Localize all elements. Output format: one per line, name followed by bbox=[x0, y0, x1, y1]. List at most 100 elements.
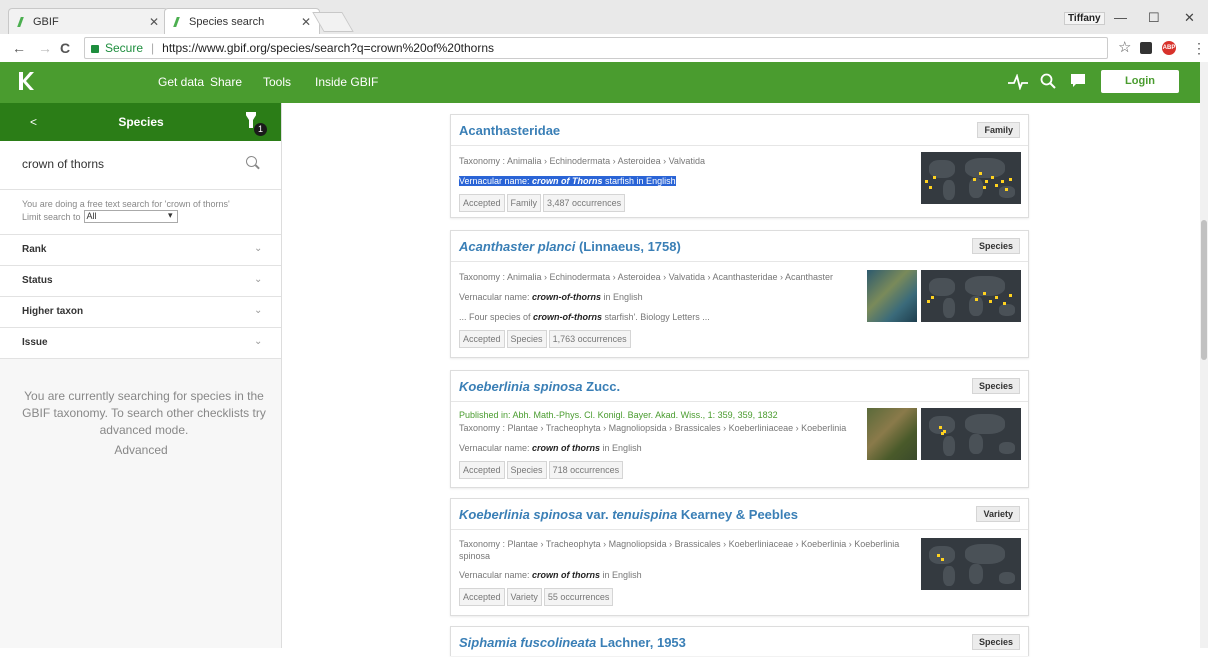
limit-select[interactable]: All bbox=[83, 210, 178, 223]
occurrences-chip[interactable]: 55 occurrences bbox=[543, 588, 614, 606]
occurrence-map[interactable] bbox=[921, 408, 1021, 460]
result-chips: Accepted Species 1,763 occurrences bbox=[459, 330, 1020, 348]
checklist-info-text: You are currently searching for species … bbox=[22, 389, 266, 437]
result-chips: Accepted Variety 55 occurrences bbox=[459, 588, 1020, 606]
url-bar[interactable]: Secure | https://www.gbif.org/species/se… bbox=[84, 37, 1108, 59]
tab-gbif[interactable]: GBIF ✕ bbox=[8, 8, 168, 34]
filter-count-badge: 1 bbox=[254, 123, 267, 136]
result-header: Siphamia fuscolineata Lachner, 1953 Spec… bbox=[451, 627, 1028, 657]
minimize-icon[interactable]: — bbox=[1114, 10, 1127, 25]
facet-label: Status bbox=[22, 275, 53, 286]
result-card: Koeberlinia spinosa var. tenuispina Kear… bbox=[450, 498, 1029, 616]
login-button[interactable]: Login bbox=[1101, 70, 1179, 93]
browser-tab-strip: GBIF ✕ Species search ✕ Tiffany — ☐ ✕ bbox=[0, 0, 1208, 34]
result-card: Siphamia fuscolineata Lachner, 1953 Spec… bbox=[450, 626, 1029, 656]
chevron-down-icon: ⌄ bbox=[254, 305, 263, 316]
rank-badge: Family bbox=[977, 122, 1020, 138]
tab-species-search[interactable]: Species search ✕ bbox=[164, 8, 320, 34]
facet-label: Higher taxon bbox=[22, 306, 84, 317]
chevron-down-icon: ⌄ bbox=[254, 274, 263, 285]
occurrences-chip[interactable]: 1,763 occurrences bbox=[548, 330, 631, 348]
rank-chip: Species bbox=[506, 461, 547, 479]
sidebar-search bbox=[0, 141, 281, 190]
sidebar-header: < Species 1 bbox=[0, 103, 281, 141]
facet-status[interactable]: Status ⌄ bbox=[0, 266, 281, 297]
facet-label: Issue bbox=[22, 337, 48, 348]
facet-rank[interactable]: Rank ⌄ bbox=[0, 235, 281, 266]
facet-label: Rank bbox=[22, 244, 47, 255]
gbif-navbar: Get data Share Tools Inside GBIF Login bbox=[0, 62, 1200, 103]
close-tab-icon[interactable]: ✕ bbox=[301, 15, 311, 29]
nav-inside-gbif[interactable]: Inside GBIF bbox=[315, 75, 378, 89]
occurrences-chip[interactable]: 3,487 occurrences bbox=[543, 194, 626, 212]
back-arrow-icon[interactable]: ← bbox=[12, 40, 26, 56]
gbif-favicon-icon bbox=[17, 17, 27, 27]
search-icon[interactable] bbox=[1040, 73, 1056, 89]
result-title[interactable]: Acanthaster planci (Linnaeus, 1758) bbox=[459, 239, 681, 254]
reload-icon[interactable]: C bbox=[60, 40, 70, 56]
freetext-notice: You are doing a free text search for 'cr… bbox=[0, 190, 281, 235]
facet-issue[interactable]: Issue ⌄ bbox=[0, 328, 281, 359]
advanced-link[interactable]: Advanced bbox=[0, 443, 282, 457]
status-chip: Accepted bbox=[459, 194, 505, 212]
occurrence-map[interactable] bbox=[921, 152, 1021, 204]
result-header: Koeberlinia spinosa Zucc. Species bbox=[451, 371, 1028, 402]
result-title[interactable]: Acanthasteridae bbox=[459, 123, 560, 138]
result-body: Taxonomy : Animalia › Echinodermata › As… bbox=[451, 146, 1028, 220]
result-body: Published in: Abh. Math.-Phys. Cl. Konig… bbox=[451, 402, 1028, 487]
profile-badge[interactable]: Tiffany bbox=[1064, 12, 1105, 25]
species-photo[interactable] bbox=[867, 408, 917, 460]
url-text[interactable]: https://www.gbif.org/species/search?q=cr… bbox=[162, 41, 494, 55]
activity-pulse-icon[interactable] bbox=[1008, 74, 1028, 90]
result-card: Acanthasteridae Family Taxonomy : Animal… bbox=[450, 114, 1029, 218]
secure-label: Secure bbox=[105, 41, 144, 55]
rank-badge: Variety bbox=[976, 506, 1020, 522]
search-icon[interactable] bbox=[246, 156, 257, 167]
bookmark-star-icon[interactable]: ☆ bbox=[1118, 38, 1131, 56]
nav-tools[interactable]: Tools bbox=[263, 75, 291, 89]
tab-title: GBIF bbox=[33, 15, 59, 28]
close-window-icon[interactable]: ✕ bbox=[1184, 10, 1195, 26]
rank-chip: Species bbox=[506, 330, 547, 348]
lock-icon bbox=[91, 45, 99, 53]
result-card: Acanthaster planci (Linnaeus, 1758) Spec… bbox=[450, 230, 1029, 358]
status-chip: Accepted bbox=[459, 330, 505, 348]
limit-label: Limit search to bbox=[22, 211, 81, 222]
nav-share[interactable]: Share bbox=[210, 75, 242, 89]
rank-badge: Species bbox=[971, 238, 1020, 254]
result-card: Koeberlinia spinosa Zucc. Species Publis… bbox=[450, 370, 1029, 488]
tab-title: Species search bbox=[189, 15, 265, 28]
rank-badge: Species bbox=[971, 378, 1020, 394]
rank-chip: Family bbox=[506, 194, 542, 212]
nav-get-data[interactable]: Get data bbox=[158, 75, 204, 89]
facet-higher-taxon[interactable]: Higher taxon ⌄ bbox=[0, 297, 281, 328]
close-tab-icon[interactable]: ✕ bbox=[149, 15, 159, 29]
rank-chip: Variety bbox=[506, 588, 542, 606]
filter-sidebar: < Species 1 You are doing a free text se… bbox=[0, 103, 282, 648]
adblock-extension-icon[interactable]: ABP bbox=[1162, 41, 1176, 55]
occurrences-chip[interactable]: 718 occurrences bbox=[548, 461, 624, 479]
result-header: Acanthaster planci (Linnaeus, 1758) Spec… bbox=[451, 231, 1028, 262]
extension-icon[interactable] bbox=[1140, 42, 1152, 54]
result-body: Taxonomy : Animalia › Echinodermata › As… bbox=[451, 262, 1028, 356]
result-body: Taxonomy : Plantae › Tracheophyta › Magn… bbox=[451, 530, 1028, 614]
result-title[interactable]: Koeberlinia spinosa var. tenuispina Kear… bbox=[459, 507, 798, 522]
chrome-menu-icon[interactable]: ⋮ bbox=[1192, 40, 1206, 57]
maximize-icon[interactable]: ☐ bbox=[1148, 10, 1160, 26]
gbif-logo-icon[interactable] bbox=[16, 70, 36, 92]
result-chips: Accepted Species 718 occurrences bbox=[459, 461, 1020, 479]
status-chip: Accepted bbox=[459, 461, 505, 479]
species-photo[interactable] bbox=[867, 270, 917, 322]
scrollbar-thumb[interactable] bbox=[1201, 220, 1207, 360]
forward-arrow-icon[interactable]: → bbox=[38, 40, 52, 56]
status-chip: Accepted bbox=[459, 588, 505, 606]
search-input[interactable] bbox=[22, 157, 222, 171]
freetext-note: You are doing a free text search for 'cr… bbox=[22, 199, 230, 209]
url-separator: | bbox=[151, 41, 155, 55]
occurrence-map[interactable] bbox=[921, 270, 1021, 322]
result-title[interactable]: Koeberlinia spinosa Zucc. bbox=[459, 379, 620, 394]
occurrence-map[interactable] bbox=[921, 538, 1021, 590]
chevron-down-icon: ⌄ bbox=[254, 336, 263, 347]
feedback-comment-icon[interactable] bbox=[1070, 73, 1086, 89]
address-toolbar: ← → C Secure | https://www.gbif.org/spec… bbox=[0, 34, 1208, 63]
